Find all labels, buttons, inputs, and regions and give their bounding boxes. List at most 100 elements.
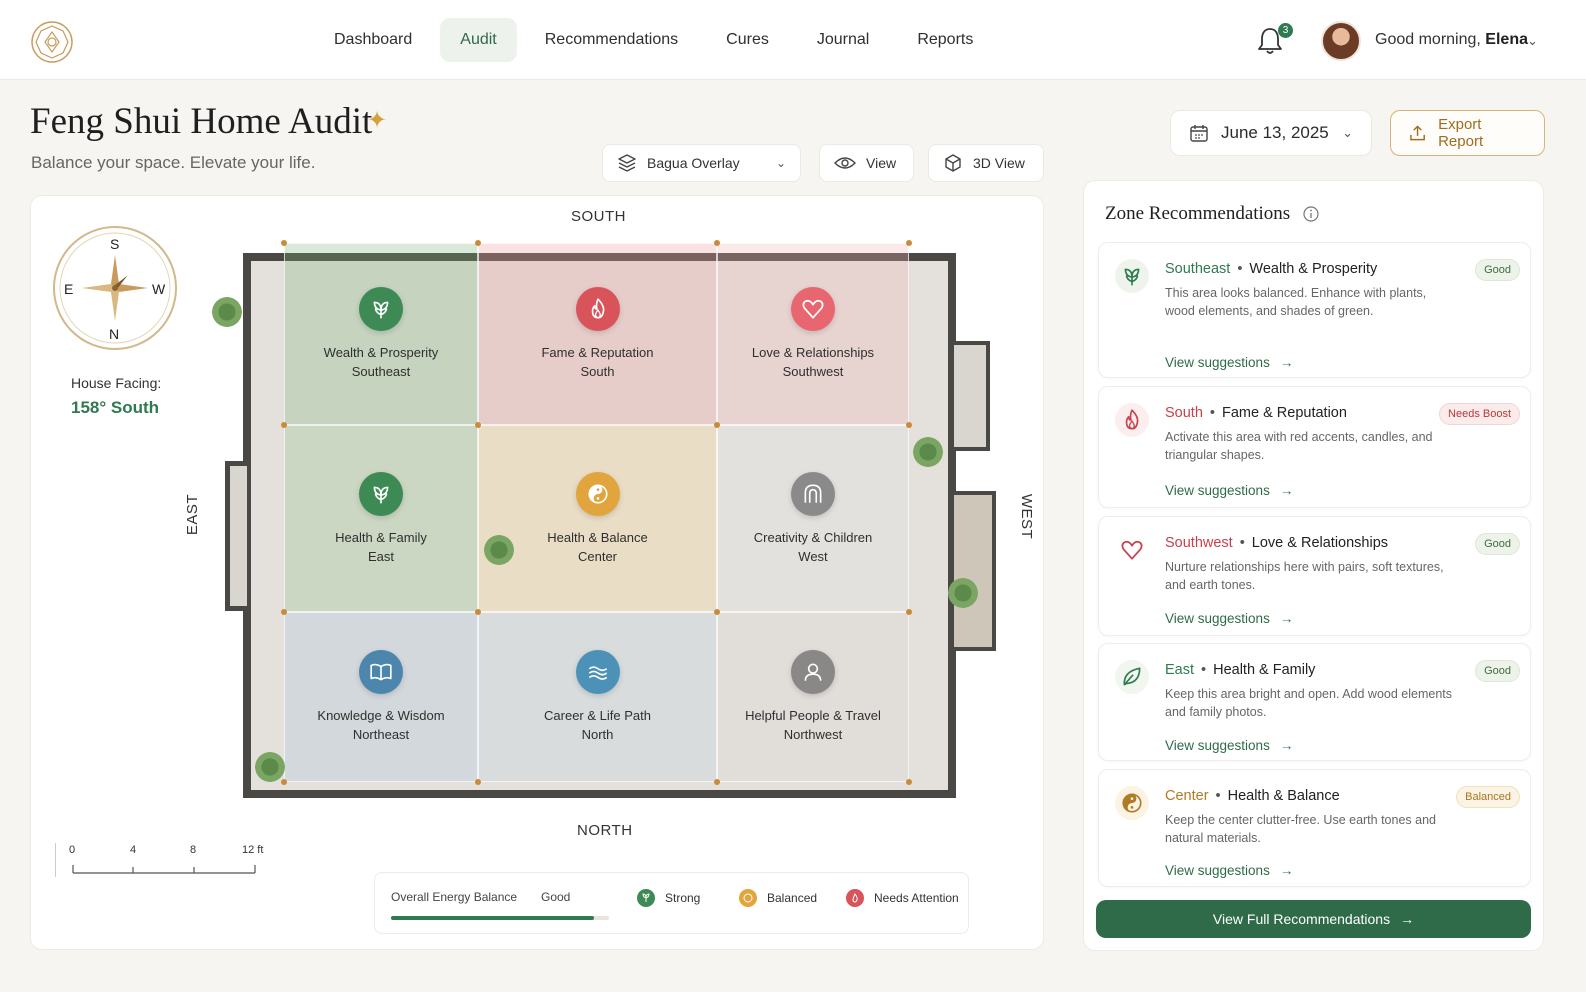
grid-handle[interactable] (714, 422, 720, 428)
grid-handle[interactable] (475, 609, 481, 615)
plant-icon (913, 437, 943, 467)
compass-n: N (109, 326, 120, 342)
zone-direction: Southwest (782, 364, 844, 379)
view-suggestions-link[interactable]: View suggestions → (1165, 738, 1293, 753)
rec-card-southwest[interactable]: Southwest • Love & Relationships Nurture re… (1098, 516, 1531, 636)
zone-direction: Northwest (783, 727, 843, 742)
legend-balanced-label: Balanced (767, 891, 818, 905)
bagua-zone-north[interactable]: Career & Life Path North (478, 612, 717, 782)
date-picker[interactable]: June 13, 2025 ⌄ (1170, 110, 1372, 156)
view-suggestions-link[interactable]: View suggestions → (1165, 611, 1293, 626)
status-badge: Good (1475, 533, 1520, 555)
bagua-zone-west[interactable]: Creativity & Children West (717, 425, 909, 612)
plant-icon (255, 752, 285, 782)
nav-dashboard[interactable]: Dashboard (314, 18, 432, 62)
avatar[interactable] (1321, 21, 1361, 61)
grid-handle[interactable] (714, 779, 720, 785)
view-suggestions-link[interactable]: View suggestions → (1165, 863, 1293, 878)
grid-handle[interactable] (906, 779, 912, 785)
book-icon (359, 650, 403, 694)
compass-s: S (110, 236, 120, 252)
zone-direction: Southeast (351, 364, 411, 379)
flame-icon (1115, 403, 1149, 437)
grid-handle[interactable] (906, 609, 912, 615)
nav-recommendations[interactable]: Recommendations (525, 18, 698, 62)
arrow-right-icon: → (1279, 483, 1294, 498)
bagua-zone-south[interactable]: Fame & Reputation South (478, 243, 717, 425)
rec-card-south[interactable]: South • Fame & Reputation Activate this are… (1098, 386, 1531, 508)
grid-handle[interactable] (714, 240, 720, 246)
grid-handle[interactable] (281, 779, 287, 785)
plant-icon (948, 578, 978, 608)
grid-handle[interactable] (475, 422, 481, 428)
greeting[interactable]: Good morning, Elena (1375, 31, 1528, 49)
person-icon (791, 650, 835, 694)
bagua-zone-southeast[interactable]: Wealth & Prosperity Southeast (284, 243, 478, 425)
zone-name: Creativity & Children (753, 529, 873, 545)
3d-view-button[interactable]: 3D View (928, 144, 1044, 182)
rec-card-southeast[interactable]: Southeast • Wealth & Prosperity This area l… (1098, 242, 1531, 378)
rec-description: Keep the center clutter-free. Use earth … (1165, 813, 1436, 845)
bagua-zone-southwest[interactable]: Love & Relationships Southwest (717, 243, 909, 425)
view-suggestions-label: View suggestions (1165, 355, 1270, 370)
grid-handle[interactable] (714, 609, 720, 615)
legend-attention-label: Needs Attention (874, 891, 959, 905)
zone-name: Wealth & Prosperity (323, 345, 439, 360)
view-suggestions-label: View suggestions (1165, 863, 1270, 878)
rec-card-east[interactable]: East • Health & Family Keep this area brigh… (1098, 643, 1531, 761)
deck-right (954, 491, 996, 651)
zone-name: Health & Balance (547, 529, 648, 545)
separator-dot: • (1201, 662, 1207, 678)
export-report-button[interactable]: Export Report (1390, 110, 1545, 156)
calendar-icon (1190, 125, 1208, 142)
bagua-logo-icon[interactable] (30, 20, 74, 64)
grid-handle[interactable] (281, 609, 287, 615)
rec-description: Activate this area with red accents, can… (1165, 430, 1433, 462)
chevron-down-icon: ⌄ (1342, 125, 1353, 140)
date-label: June 13, 2025 (1221, 123, 1329, 142)
zone-name: Knowledge & Wisdom (317, 708, 445, 723)
grid-handle[interactable] (475, 779, 481, 785)
bagua-zone-northeast[interactable]: Knowledge & Wisdom Northeast (284, 612, 478, 782)
nav-cures[interactable]: Cures (706, 18, 789, 62)
view-suggestions-link[interactable]: View suggestions → (1165, 355, 1293, 370)
west-label: WEST (1018, 493, 1036, 540)
chevron-down-icon[interactable]: ⌄ (1527, 33, 1538, 49)
grid-handle[interactable] (906, 240, 912, 246)
bagua-zone-center[interactable]: Health & Balance Center (478, 425, 717, 612)
arrow-right-icon: → (1279, 738, 1294, 753)
balanced-dot-icon (739, 889, 757, 907)
water-icon (575, 650, 620, 694)
legend-balanced: Balanced (739, 889, 817, 907)
view-suggestions-link[interactable]: View suggestions → (1165, 483, 1293, 498)
zone-direction: South (580, 364, 615, 379)
eye-icon (834, 157, 856, 169)
view-button[interactable]: View (819, 144, 914, 182)
info-icon[interactable] (1303, 206, 1319, 222)
flame-icon (575, 287, 620, 331)
status-badge: Good (1475, 660, 1520, 682)
bagua-zone-east[interactable]: Health & Family East (284, 425, 478, 612)
bagua-zone-northwest[interactable]: Helpful People & Travel Northwest (717, 612, 909, 782)
grid-handle[interactable] (906, 422, 912, 428)
zone-name: Love & Relationships (751, 345, 875, 360)
zone-direction: North (581, 727, 614, 742)
nav-audit[interactable]: Audit (440, 18, 517, 62)
page-subtitle: Balance your space. Elevate your life. (31, 153, 316, 172)
overlay-label: Bagua Overlay (647, 155, 740, 171)
grid-handle[interactable] (475, 240, 481, 246)
nav-reports[interactable]: Reports (897, 18, 993, 62)
leaf-icon (1115, 660, 1149, 694)
rec-area: Love & Relationships (1251, 535, 1389, 551)
energy-balance-label: Overall Energy Balance (391, 890, 518, 904)
plant-icon (212, 297, 242, 327)
rec-card-center[interactable]: Center • Health & Balance Keep the center c… (1098, 769, 1531, 887)
grid-handle[interactable] (281, 422, 287, 428)
bagua-overlay-dropdown[interactable]: Bagua Overlay ⌄ (602, 144, 801, 182)
rec-direction: South (1165, 405, 1203, 421)
rec-description: This area looks balanced. Enhance with p… (1165, 286, 1427, 318)
grid-handle[interactable] (281, 240, 287, 246)
separator-dot: • (1209, 405, 1215, 421)
nav-journal[interactable]: Journal (797, 18, 889, 62)
view-full-recommendations-button[interactable]: View Full Recommendations → (1096, 900, 1531, 938)
